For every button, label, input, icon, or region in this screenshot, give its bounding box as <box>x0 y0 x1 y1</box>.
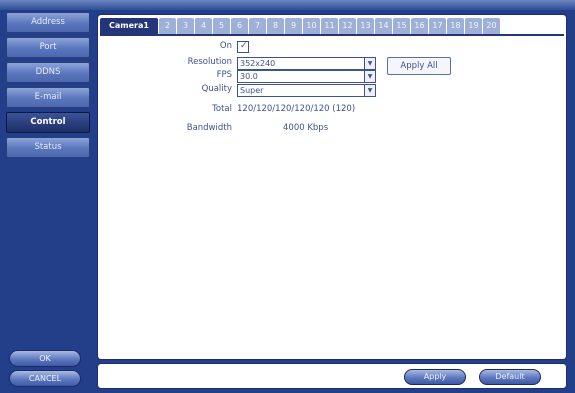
tab-camera4[interactable]: 4 <box>195 18 212 34</box>
tab-camera15[interactable]: 15 <box>393 18 410 34</box>
tab-camera1[interactable]: Camera1 <box>100 18 158 34</box>
resolution-select[interactable]: 352x240 ▼ <box>237 57 376 70</box>
tab-camera12[interactable]: 12 <box>339 18 356 34</box>
top-bar <box>0 0 575 10</box>
tab-camera16[interactable]: 16 <box>411 18 428 34</box>
apply-all-button[interactable]: Apply All <box>387 57 451 75</box>
quality-select[interactable]: Super ▼ <box>237 84 376 97</box>
fps-select[interactable]: 30.0 ▼ <box>237 70 376 83</box>
sidebar-item-status[interactable]: Status <box>6 137 90 158</box>
dropdown-arrow-icon: ▼ <box>364 71 375 82</box>
total-value: 120/120/120/120/120 (120) <box>237 104 356 114</box>
check-icon: ✓ <box>240 41 248 51</box>
tab-camera10[interactable]: 10 <box>303 18 320 34</box>
quality-label: Quality <box>201 84 232 94</box>
total-label: Total <box>212 104 232 114</box>
dropdown-arrow-icon: ▼ <box>364 58 375 69</box>
tab-camera8[interactable]: 8 <box>267 18 284 34</box>
sidebar-item-port[interactable]: Port <box>6 37 90 58</box>
tab-camera7[interactable]: 7 <box>249 18 266 34</box>
quality-value: Super <box>240 86 264 95</box>
tab-camera3[interactable]: 3 <box>177 18 194 34</box>
fps-value: 30.0 <box>240 72 258 81</box>
bottom-bar: Apply Default <box>97 363 567 389</box>
tab-camera14[interactable]: 14 <box>375 18 392 34</box>
tab-camera6[interactable]: 6 <box>231 18 248 34</box>
sidebar-item-email[interactable]: E-mail <box>6 87 90 108</box>
bandwidth-value: 4000 Kbps <box>283 123 329 133</box>
dropdown-arrow-icon: ▼ <box>364 85 375 96</box>
cancel-button[interactable]: CANCEL <box>9 370 81 387</box>
tab-camera20[interactable]: 20 <box>483 18 500 34</box>
tab-camera18[interactable]: 18 <box>447 18 464 34</box>
tab-underline <box>100 34 564 36</box>
tab-camera11[interactable]: 11 <box>321 18 338 34</box>
fps-label: FPS <box>216 70 232 80</box>
on-checkbox[interactable]: ✓ <box>237 41 249 53</box>
ok-button[interactable]: OK <box>9 350 81 367</box>
sidebar: Address Port DDNS E-mail Control Status <box>6 12 90 162</box>
sidebar-item-control[interactable]: Control <box>6 112 90 133</box>
apply-button[interactable]: Apply <box>404 369 466 385</box>
tab-camera9[interactable]: 9 <box>285 18 302 34</box>
resolution-label: Resolution <box>187 57 232 67</box>
main-panel: Camera1 2 3 4 5 6 7 8 9 10 11 12 13 14 1… <box>97 14 567 360</box>
tab-camera17[interactable]: 17 <box>429 18 446 34</box>
default-button[interactable]: Default <box>479 369 541 385</box>
bandwidth-label: Bandwidth <box>186 123 232 133</box>
camera-tabs: Camera1 2 3 4 5 6 7 8 9 10 11 12 13 14 1… <box>100 18 501 34</box>
on-label: On <box>219 41 232 51</box>
sidebar-item-address[interactable]: Address <box>6 12 90 33</box>
tab-camera5[interactable]: 5 <box>213 18 230 34</box>
tab-camera13[interactable]: 13 <box>357 18 374 34</box>
sidebar-item-ddns[interactable]: DDNS <box>6 62 90 83</box>
resolution-value: 352x240 <box>240 59 276 68</box>
tab-camera2[interactable]: 2 <box>159 18 176 34</box>
tab-camera19[interactable]: 19 <box>465 18 482 34</box>
